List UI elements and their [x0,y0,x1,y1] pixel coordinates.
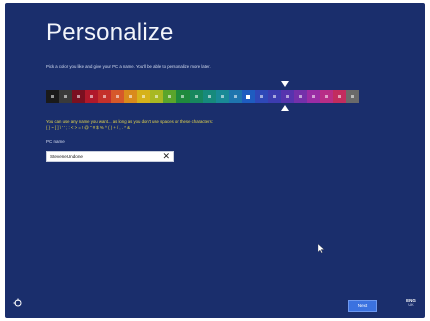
color-swatch-marker [90,95,94,98]
color-swatch[interactable] [85,90,99,103]
color-swatch-marker [129,95,133,98]
color-swatch-marker [142,95,146,98]
color-swatch-marker [220,95,224,98]
color-swatch[interactable] [254,90,268,103]
color-swatch-marker [155,95,159,98]
color-swatch[interactable] [306,90,320,103]
language-indicator[interactable]: ENG UK [404,298,418,308]
intro-text: Pick a color you like and give your PC a… [46,64,211,69]
color-swatch-marker [325,95,328,98]
color-swatch-marker [181,95,185,98]
color-slider-bottom-handle[interactable] [281,105,289,111]
color-swatch-marker [246,94,251,99]
setup-screen: Personalize Pick a color you like and gi… [5,3,425,318]
color-swatch[interactable] [202,90,216,103]
clear-icon[interactable]: ✕ [162,151,170,162]
color-swatch[interactable] [280,90,294,103]
color-swatch[interactable] [228,90,242,103]
color-swatch-marker [207,95,211,98]
mouse-pointer-icon [318,244,324,253]
color-swatch-marker [285,95,289,98]
color-swatch[interactable] [98,90,112,103]
color-swatch-marker [77,95,81,98]
color-swatch[interactable] [111,90,125,103]
color-swatch[interactable] [163,90,177,103]
ease-of-access-icon[interactable] [13,298,23,308]
color-swatch[interactable] [176,90,190,103]
color-swatch-marker [272,95,276,98]
color-swatch-marker [351,95,355,98]
color-swatch[interactable] [333,90,347,103]
color-swatch[interactable] [293,90,307,103]
color-swatch[interactable] [215,90,229,103]
color-swatch[interactable] [72,90,86,103]
page-title: Personalize [46,19,174,46]
color-swatch-marker [103,95,107,98]
next-button[interactable]: Next [348,300,377,312]
color-swatch-marker [338,95,342,98]
color-swatch[interactable] [46,90,60,103]
pc-name-label: PC name [46,139,65,144]
color-swatch-marker [64,95,68,98]
color-swatch-marker [116,95,120,98]
pc-name-input[interactable] [50,152,160,161]
color-swatch[interactable] [150,90,164,103]
naming-hint-line-2: { } ~ [ ] \ ' ' ; : < > = ! @ " # $ % ^ … [46,125,130,130]
color-swatch[interactable] [267,90,281,103]
color-swatch-marker [168,95,172,98]
color-swatch-marker [194,95,198,98]
color-swatch[interactable] [319,90,334,103]
language-region: UK [408,303,414,307]
color-palette [46,90,360,103]
color-swatch[interactable] [137,90,151,103]
color-swatch[interactable] [59,90,73,103]
color-swatch-marker [259,95,263,98]
color-swatch[interactable] [346,90,360,103]
color-swatch-marker [233,95,237,98]
color-slider-top-handle[interactable] [281,81,289,87]
color-swatch[interactable] [241,90,255,103]
color-swatch-marker [298,95,302,98]
color-swatch-marker [311,95,315,98]
pc-name-field[interactable]: ✕ [46,151,174,162]
color-swatch[interactable] [124,90,138,103]
color-swatch-marker [51,95,55,98]
color-swatch[interactable] [189,90,203,103]
naming-hint: You can use any name you want... as long… [46,119,213,131]
